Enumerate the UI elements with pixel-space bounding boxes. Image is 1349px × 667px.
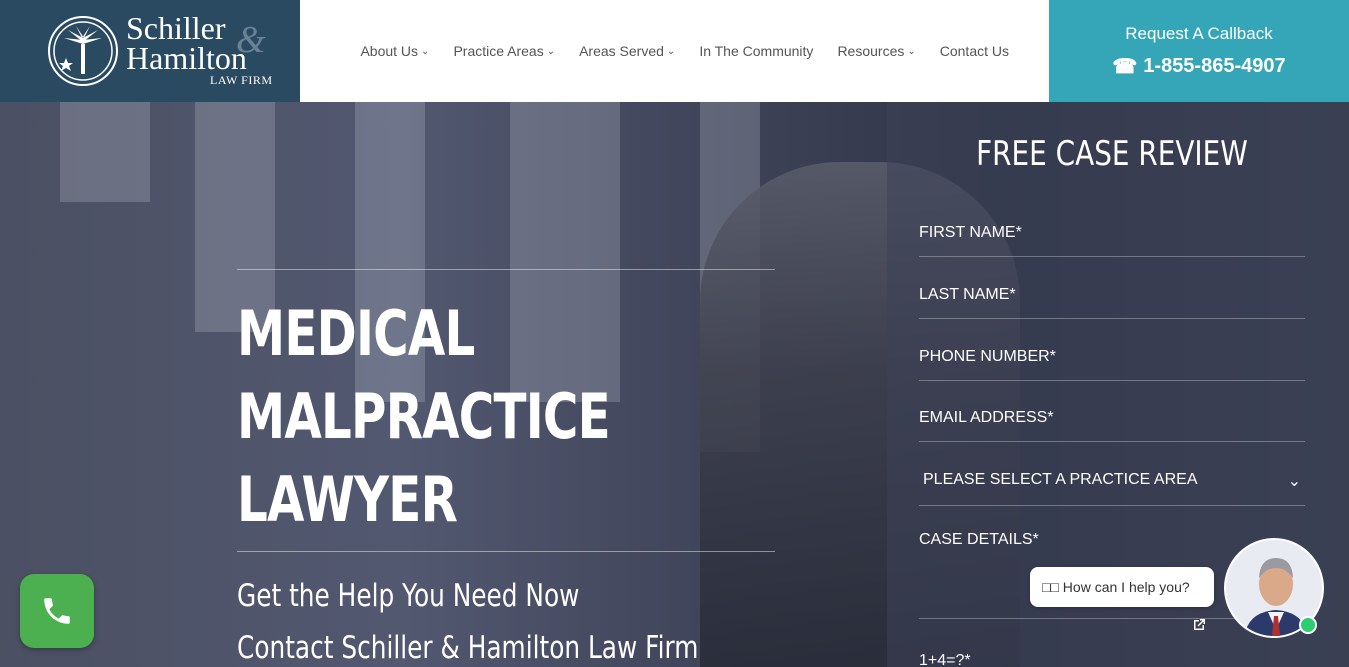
chat-prompt-bubble[interactable]: □□ How can I help you? bbox=[1030, 567, 1214, 607]
phone-icon bbox=[44, 598, 70, 624]
external-link-icon[interactable] bbox=[1191, 617, 1207, 633]
logo-subtitle: LAW FIRM bbox=[210, 73, 273, 87]
hero-divider-top bbox=[237, 269, 775, 270]
chevron-down-icon: ⌄ bbox=[421, 45, 430, 57]
phone-icon: ☎ bbox=[1112, 56, 1138, 78]
captcha-field[interactable]: 1+4=?* bbox=[919, 652, 1305, 667]
nav-item-label: In The Community bbox=[699, 43, 814, 59]
hero-divider-bottom bbox=[237, 551, 775, 552]
form-title: FREE CASE REVIEW bbox=[976, 134, 1248, 174]
nav-item-resources[interactable]: Resources ⌄ bbox=[837, 43, 915, 59]
chat-prompt-text: □□ How can I help you? bbox=[1042, 579, 1190, 595]
phone-number-field[interactable]: PHONE NUMBER* bbox=[919, 348, 1305, 381]
nav-item-label: About Us bbox=[360, 43, 419, 59]
callback-title[interactable]: Request A Callback bbox=[1049, 24, 1349, 44]
practice-area-select[interactable]: PLEASE SELECT A PRACTICE AREA ⌄ bbox=[919, 471, 1305, 506]
title-line: MEDICAL bbox=[237, 297, 475, 370]
nav-item-label: Practice Areas bbox=[453, 43, 544, 59]
chevron-down-icon: ⌄ bbox=[546, 45, 556, 57]
background-window bbox=[60, 102, 150, 202]
page-title: MEDICAL MALPRACTICE LAWYER bbox=[237, 292, 611, 541]
nav-item-label: Contact Us bbox=[939, 43, 1009, 59]
callback-phone-number: 1-855-865-4907 bbox=[1143, 55, 1286, 77]
title-line: LAWYER bbox=[237, 463, 458, 536]
chevron-down-icon: ⌄ bbox=[907, 45, 916, 57]
nav-item-areas-served[interactable]: Areas Served ⌄ bbox=[579, 43, 675, 59]
request-callback-box[interactable]: Request A Callback ☎ 1-855-865-4907 bbox=[1049, 0, 1349, 102]
nav-item-about-us[interactable]: About Us ⌄ bbox=[360, 43, 429, 59]
call-button[interactable] bbox=[20, 574, 94, 648]
nav-item-practice-areas[interactable]: Practice Areas ⌄ bbox=[453, 43, 555, 59]
callback-phone-link[interactable]: ☎ 1-855-865-4907 bbox=[1049, 54, 1349, 79]
main-nav: About Us ⌄ Practice Areas ⌄ Areas Served… bbox=[300, 0, 1049, 102]
site-header: & Schiller Hamilton LAW FIRM About Us ⌄ … bbox=[0, 0, 1349, 102]
email-address-field[interactable]: EMAIL ADDRESS* bbox=[919, 409, 1305, 442]
nav-item-in-the-community[interactable]: In The Community bbox=[699, 43, 813, 59]
online-status-indicator bbox=[1299, 616, 1317, 634]
chevron-down-icon: ⌄ bbox=[666, 45, 676, 57]
title-line: MALPRACTICE bbox=[237, 380, 611, 453]
chevron-down-icon: ⌄ bbox=[1287, 473, 1301, 490]
practice-area-selected: PLEASE SELECT A PRACTICE AREA bbox=[923, 471, 1198, 488]
hero-contact-line: Contact Schiller & Hamilton Law Firm bbox=[237, 630, 699, 666]
nav-item-label: Resources bbox=[837, 43, 905, 59]
last-name-field[interactable]: LAST NAME* bbox=[919, 286, 1305, 319]
nav-item-contact-us[interactable]: Contact Us bbox=[940, 43, 1009, 59]
palmetto-emblem-icon bbox=[48, 16, 118, 86]
nav-item-label: Areas Served bbox=[579, 43, 664, 59]
logo-name-line2: Hamilton bbox=[126, 40, 247, 76]
logo[interactable]: & Schiller Hamilton LAW FIRM bbox=[0, 0, 300, 102]
first-name-field[interactable]: FIRST NAME* bbox=[919, 224, 1305, 257]
hero-subtitle: Get the Help You Need Now bbox=[237, 578, 580, 614]
